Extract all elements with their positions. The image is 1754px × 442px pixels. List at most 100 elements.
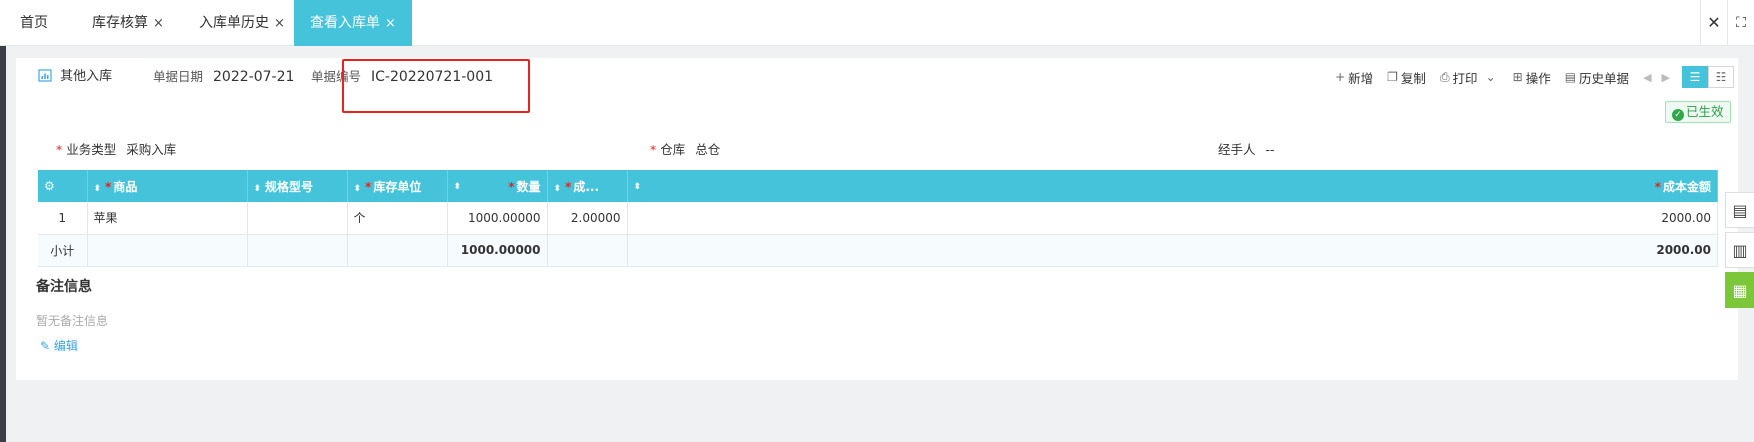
report-check-icon: ▥ bbox=[1732, 240, 1748, 260]
empty-cell bbox=[547, 234, 628, 267]
edit-notes-link[interactable]: ✎ 编辑 bbox=[40, 337, 78, 354]
column-label: 数量 bbox=[516, 179, 541, 194]
column-label: 成... bbox=[573, 179, 600, 194]
settings-column-header[interactable]: ⚙ bbox=[38, 170, 88, 202]
tab-label: 库存核算 bbox=[92, 15, 148, 31]
notes-empty-text: 暂无备注信息 bbox=[36, 314, 109, 328]
tab-view-receipt[interactable]: 查看入库单 × bbox=[294, 0, 412, 46]
column-label: 库存单位 bbox=[373, 179, 422, 194]
side-chart-button[interactable]: ▦ bbox=[1725, 272, 1754, 308]
chart-document-icon: ▦ bbox=[1732, 280, 1748, 300]
sort-icon[interactable]: ⬍ bbox=[634, 182, 641, 192]
prev-arrow-icon[interactable]: ◀ bbox=[1643, 71, 1651, 84]
doc-date: 单据日期 2022-07-21 bbox=[153, 64, 294, 90]
tab-inventory-accounting[interactable]: 库存核算 × bbox=[92, 0, 164, 46]
column-label: 商品 bbox=[113, 179, 138, 194]
column-header[interactable]: ⬍ * 成本金额 bbox=[627, 170, 1718, 202]
column-header[interactable]: ⬍ * 商品 bbox=[87, 170, 248, 202]
document-settings-icon: ▤ bbox=[1732, 200, 1748, 220]
column-header[interactable]: ⬍ * 数量 bbox=[447, 170, 548, 202]
history-button[interactable]: ▤ 历史单据 bbox=[1565, 68, 1629, 87]
column-header[interactable]: ⬍ * 成... bbox=[547, 170, 628, 202]
left-edge-bar bbox=[0, 0, 6, 442]
operate-label: 操作 bbox=[1525, 70, 1551, 86]
warehouse-value[interactable]: 总仓 bbox=[695, 142, 720, 157]
detail-view-button[interactable]: ☷ bbox=[1708, 66, 1734, 88]
column-header[interactable]: ⬍ 规格型号 bbox=[247, 170, 348, 202]
empty-cell bbox=[347, 234, 448, 267]
empty-cell bbox=[247, 234, 348, 267]
grid-icon: ⊞ bbox=[1512, 70, 1523, 84]
highlight-box bbox=[342, 59, 530, 113]
cost-cell[interactable]: 2.00000 bbox=[547, 202, 628, 235]
date-value: 2022-07-21 bbox=[213, 69, 295, 85]
close-icon[interactable]: × bbox=[153, 16, 164, 31]
unit-cell[interactable]: 个 bbox=[347, 202, 448, 235]
edit-icon: ✎ bbox=[40, 339, 51, 353]
doc-type-label: 其他入库 bbox=[60, 69, 113, 84]
side-report-button[interactable]: ▥ bbox=[1725, 232, 1754, 268]
document-icon: ▤ bbox=[1564, 70, 1577, 84]
table-header-row: ⚙ ⬍ * 商品 ⬍ 规格型号 ⬍ * 库存单位 ⬍ * 数量 ⬍ * 成... ⬍ * 成本金额 bbox=[38, 170, 1718, 202]
subtotal-amount: 2000.00 bbox=[627, 234, 1718, 267]
check-icon: ✓ bbox=[1672, 109, 1684, 121]
sort-icon[interactable]: ⬍ bbox=[554, 184, 561, 194]
doc-type-tab[interactable]: 其他入库 bbox=[16, 58, 144, 96]
spec-cell[interactable] bbox=[247, 202, 348, 235]
sort-icon[interactable]: ⬍ bbox=[254, 184, 261, 194]
row-index: 1 bbox=[38, 202, 88, 235]
column-label: 规格型号 bbox=[265, 179, 314, 194]
copy-icon: ❐ bbox=[1387, 70, 1398, 84]
tab-label: 查看入库单 bbox=[310, 15, 381, 31]
amount-cell[interactable]: 2000.00 bbox=[627, 202, 1718, 235]
handler-label: 经手人 bbox=[1218, 142, 1256, 157]
notes-title: 备注信息 bbox=[36, 279, 92, 295]
status-text: 已生效 bbox=[1686, 104, 1724, 119]
tab-label: 入库单历史 bbox=[199, 15, 269, 31]
sort-icon[interactable]: ⬍ bbox=[354, 184, 361, 194]
list-icon: ☰ bbox=[1689, 70, 1701, 84]
next-arrow-icon[interactable]: ▶ bbox=[1662, 71, 1670, 84]
edit-label: 编辑 bbox=[53, 339, 78, 353]
handler-field: 经手人 -- bbox=[1218, 140, 1275, 160]
biz-type-value[interactable]: 采购入库 bbox=[126, 142, 176, 157]
subtotal-qty: 1000.00000 bbox=[447, 234, 548, 267]
column-header[interactable]: ⬍ * 库存单位 bbox=[347, 170, 448, 202]
tab-label: 首页 bbox=[20, 15, 48, 31]
warehouse-field: * 仓库 总仓 bbox=[650, 140, 720, 160]
copy-label: 复制 bbox=[1400, 70, 1426, 86]
gear-icon[interactable]: ⚙ bbox=[44, 179, 55, 193]
fullscreen-icon[interactable]: ⛶ bbox=[1727, 0, 1754, 46]
operate-button[interactable]: ⊞ 操作 bbox=[1513, 68, 1551, 87]
plus-icon: + bbox=[1335, 70, 1346, 84]
required-mark: * bbox=[56, 142, 63, 157]
list-view-button[interactable]: ☰ bbox=[1682, 66, 1708, 88]
sort-icon[interactable]: ⬍ bbox=[94, 184, 101, 194]
date-label: 单据日期 bbox=[153, 69, 204, 84]
handler-value[interactable]: -- bbox=[1266, 142, 1275, 157]
copy-button[interactable]: ❐ 复制 bbox=[1387, 68, 1426, 87]
print-button[interactable]: ⎙ 打印 ⌄ bbox=[1440, 68, 1499, 87]
empty-cell bbox=[87, 234, 248, 267]
chevron-down-icon[interactable]: ⌄ bbox=[1486, 70, 1496, 84]
status-badge: ✓ 已生效 bbox=[1665, 101, 1731, 123]
side-document-button[interactable]: ▤ bbox=[1725, 192, 1754, 228]
add-label: 新增 bbox=[1348, 70, 1374, 86]
product-cell[interactable]: 苹果 bbox=[87, 202, 248, 235]
close-window-icon[interactable]: ✕ bbox=[1700, 0, 1727, 46]
chart-icon bbox=[38, 69, 56, 84]
sort-icon[interactable]: ⬍ bbox=[454, 182, 461, 192]
biz-type-label: 业务类型 bbox=[66, 142, 117, 157]
tab-receipt-history[interactable]: 入库单历史 × bbox=[199, 0, 285, 46]
column-label: 成本金额 bbox=[1662, 179, 1711, 194]
subtotal-label: 小计 bbox=[38, 234, 88, 267]
biz-type-field: * 业务类型 采购入库 bbox=[56, 140, 176, 160]
close-icon[interactable]: × bbox=[385, 16, 396, 31]
items-table: ⚙ ⬍ * 商品 ⬍ 规格型号 ⬍ * 库存单位 ⬍ * 数量 ⬍ * 成... ⬍ * 成本金额 1… bbox=[38, 170, 1718, 267]
warehouse-label: 仓库 bbox=[660, 142, 686, 157]
tab-home[interactable]: 首页 bbox=[20, 0, 48, 46]
table-row[interactable]: 1 苹果 个 1000.00000 2.00000 2000.00 bbox=[38, 202, 1718, 235]
add-button[interactable]: + 新增 bbox=[1335, 68, 1373, 87]
qty-cell[interactable]: 1000.00000 bbox=[447, 202, 548, 235]
close-icon[interactable]: × bbox=[274, 16, 285, 31]
